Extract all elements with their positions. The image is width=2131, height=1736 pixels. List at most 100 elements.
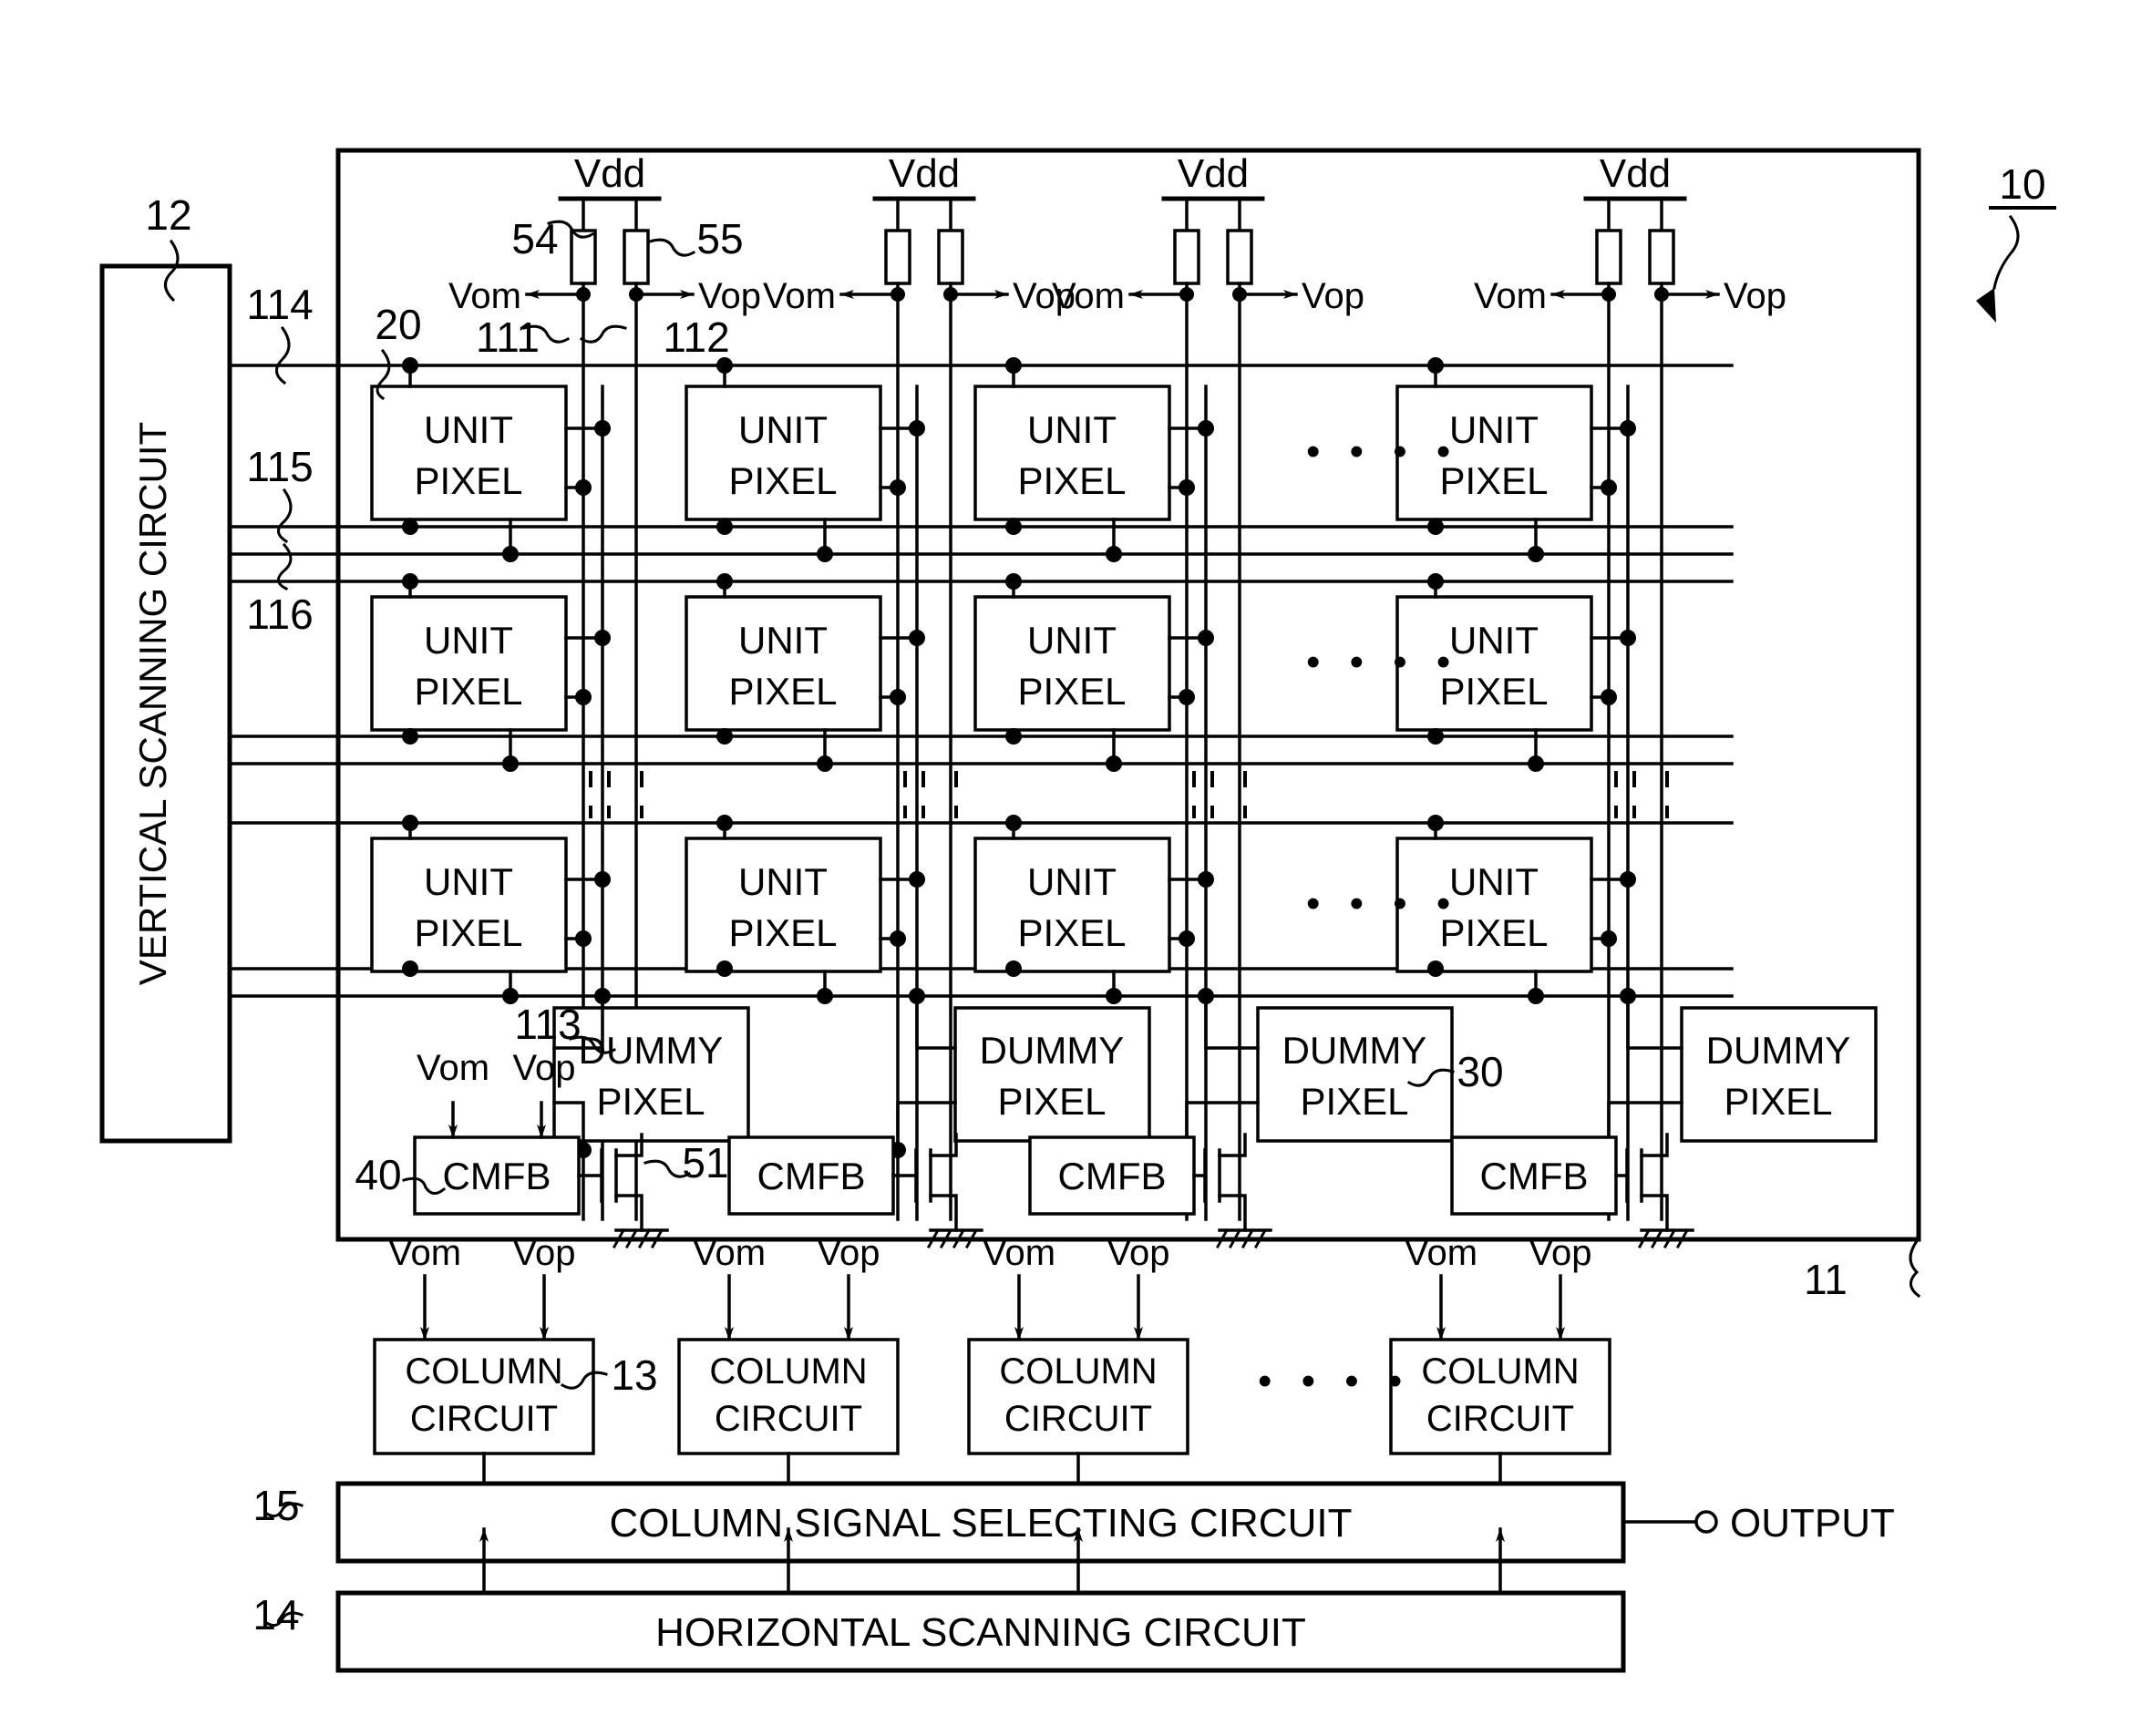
node-dot bbox=[817, 988, 833, 1004]
ref-111: 111 bbox=[476, 313, 540, 361]
leader-115 bbox=[277, 488, 293, 544]
unit-pixel-label-r2c3-line1: UNIT bbox=[1027, 619, 1117, 662]
node-dot bbox=[890, 287, 905, 302]
transistor-drain-2 bbox=[929, 1133, 958, 1157]
transistor-source-1 bbox=[614, 1194, 643, 1232]
colcirc-vom-label-1: Vom bbox=[388, 1233, 461, 1273]
dummy-pixel-label-2-line1: DUMMY bbox=[980, 1029, 1125, 1072]
dummy-out-4 bbox=[1607, 1101, 1683, 1152]
transistor-source-3 bbox=[1218, 1194, 1247, 1232]
node-dot bbox=[716, 519, 733, 535]
node-dot bbox=[1106, 546, 1122, 562]
vop-label-col4: Vop bbox=[1724, 276, 1786, 316]
load-resistor-col4-m bbox=[1595, 229, 1622, 285]
node-dot bbox=[817, 755, 833, 772]
node-dot bbox=[890, 689, 906, 705]
node-dot bbox=[629, 287, 643, 302]
ref-51: 51 bbox=[682, 1139, 728, 1186]
vom-label-col3: Vom bbox=[1052, 276, 1125, 316]
ref-113: 113 bbox=[514, 1001, 581, 1048]
leader-11 bbox=[1909, 1238, 1921, 1299]
ref-112: 112 bbox=[663, 313, 729, 361]
node-dot bbox=[1427, 357, 1444, 374]
cmfb-label-3: CMFB bbox=[1058, 1155, 1167, 1197]
node-dot bbox=[402, 815, 418, 831]
unit-pixel-label-r2c3-line2: PIXEL bbox=[1017, 670, 1126, 713]
leader-114 bbox=[275, 325, 291, 385]
unit-pixel-label-r2c2-line2: PIXEL bbox=[728, 670, 837, 713]
leader-55 bbox=[648, 238, 696, 257]
node-dot bbox=[575, 479, 592, 496]
ref-12: 12 bbox=[145, 191, 191, 239]
cmfb-vop-label: Vop bbox=[513, 1048, 576, 1088]
dummy-in-3a bbox=[1204, 994, 1260, 1050]
node-dot bbox=[594, 988, 611, 1004]
node-dot bbox=[1427, 573, 1444, 590]
node-dot bbox=[1106, 755, 1122, 772]
node-dot bbox=[1528, 755, 1544, 772]
column-circuit-label-2-line2: CIRCUIT bbox=[715, 1399, 862, 1439]
node-dot bbox=[1198, 988, 1214, 1004]
vertical-scanning-circuit-label: VERTICAL SCANNING CIRCUIT bbox=[131, 422, 174, 985]
node-dot bbox=[909, 630, 925, 646]
colcirc-vop-label-4: Vop bbox=[1529, 1233, 1592, 1273]
ref-55: 55 bbox=[696, 215, 743, 262]
node-dot bbox=[1528, 546, 1544, 562]
circuit-diagram-svg: Vdd Vdd Vdd Vdd Vom Vop Vom Vop Vom Vop … bbox=[99, 148, 2056, 1673]
unit-pixel-label-r1c2-line1: UNIT bbox=[738, 408, 828, 451]
column-circuit-label-4-line1: COLUMN bbox=[1421, 1351, 1579, 1392]
vop-label-col3: Vop bbox=[1302, 276, 1364, 316]
node-dot bbox=[716, 728, 733, 745]
ref-13: 13 bbox=[611, 1351, 657, 1399]
ref-114: 114 bbox=[246, 281, 313, 328]
unit-pixel-label-r1c4-line1: UNIT bbox=[1449, 408, 1539, 451]
node-dot bbox=[502, 546, 519, 562]
node-dot bbox=[1427, 815, 1444, 831]
node-dot bbox=[502, 755, 519, 772]
unit-pixel-label-r3c1-line1: UNIT bbox=[424, 860, 513, 903]
node-dot bbox=[402, 728, 418, 745]
vom-label-col4: Vom bbox=[1474, 276, 1547, 316]
vdd-label-col3: Vdd bbox=[1178, 151, 1249, 196]
ref-14: 14 bbox=[252, 1591, 299, 1638]
dummy-pixel-label-2-line2: PIXEL bbox=[997, 1080, 1106, 1123]
node-dot bbox=[576, 287, 591, 302]
dummy-in-4a bbox=[1626, 994, 1683, 1050]
load-resistor-col3-p bbox=[1226, 229, 1253, 285]
node-dot bbox=[594, 420, 611, 437]
node-dot bbox=[716, 815, 733, 831]
colcirc-vop-label-2: Vop bbox=[818, 1233, 880, 1273]
unit-pixel-label-r3c4-line1: UNIT bbox=[1449, 860, 1539, 903]
unit-pixel-label-r1c1-line2: PIXEL bbox=[414, 459, 522, 502]
transistor-source-4 bbox=[1640, 1194, 1669, 1232]
transistor-drain-4 bbox=[1640, 1133, 1669, 1157]
vop-label-col1: Vop bbox=[698, 276, 761, 316]
column-signal-selecting-circuit-label: COLUMN SIGNAL SELECTING CIRCUIT bbox=[610, 1501, 1353, 1546]
node-dot bbox=[1620, 988, 1636, 1004]
node-dot bbox=[1179, 930, 1195, 947]
node-dot bbox=[909, 871, 925, 888]
vdd-label-col2: Vdd bbox=[889, 151, 960, 196]
node-dot bbox=[594, 630, 611, 646]
horizontal-scanning-circuit-label: HORIZONTAL SCANNING CIRCUIT bbox=[655, 1610, 1306, 1655]
node-dot bbox=[1179, 689, 1195, 705]
ref-40: 40 bbox=[355, 1151, 401, 1198]
node-dot bbox=[402, 357, 418, 374]
node-dot bbox=[1198, 420, 1214, 437]
leader-112 bbox=[579, 324, 627, 344]
node-dot bbox=[1601, 689, 1617, 705]
cmfb-vom-label: Vom bbox=[417, 1048, 489, 1088]
node-dot bbox=[716, 573, 733, 590]
leader-10 bbox=[1992, 214, 2020, 290]
node-dot bbox=[1654, 287, 1669, 302]
dummy-pixel-label-1-line1: DUMMY bbox=[579, 1029, 724, 1072]
leader-12 bbox=[164, 239, 180, 303]
dummy-pixel-label-4-line2: PIXEL bbox=[1724, 1080, 1832, 1123]
output-terminal[interactable] bbox=[1694, 1510, 1718, 1534]
ref-15: 15 bbox=[252, 1482, 299, 1529]
node-dot bbox=[1005, 573, 1022, 590]
dummy-out-2 bbox=[896, 1101, 957, 1152]
transistor-source-2 bbox=[929, 1194, 958, 1232]
node-dot bbox=[1179, 479, 1195, 496]
unit-pixel-label-r2c4-line1: UNIT bbox=[1449, 619, 1539, 662]
